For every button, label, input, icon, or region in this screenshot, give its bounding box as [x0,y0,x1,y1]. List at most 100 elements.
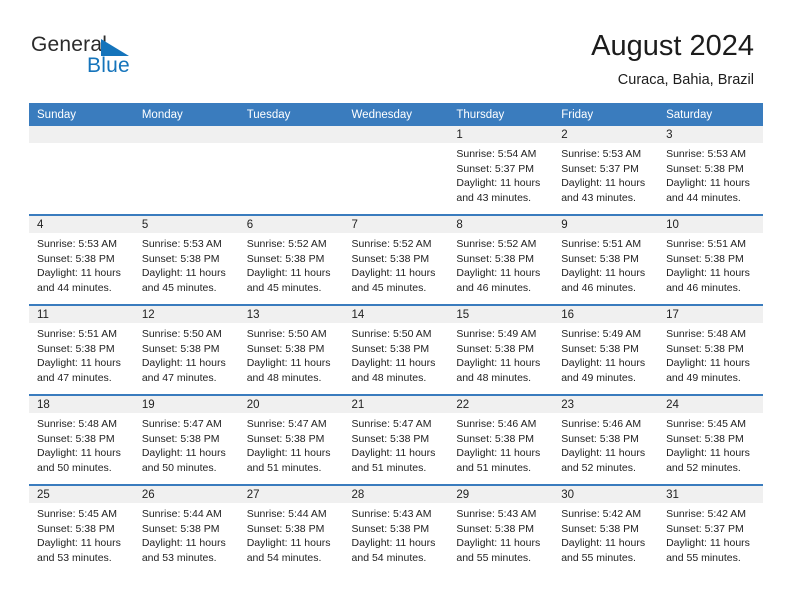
day-detail-line: Daylight: 11 hours [666,177,750,190]
calendar-day-cell[interactable]: 13 Sunrise: 5:50 AM Sunset: 5:38 PM Dayligh… [238,304,344,395]
day-number: 28 [343,486,449,503]
calendar-day-cell[interactable]: 16 Sunrise: 5:49 AM Sunset: 5:38 PM Dayligh… [553,304,659,395]
day-detail-line: Sunset: 5:38 PM [246,252,325,265]
day-detail-line: and 44 minutes. [37,281,112,294]
day-detail-line: and 45 minutes. [246,281,322,294]
day-detail-line: Sunrise: 5:44 AM [246,508,327,520]
calendar-day-cell[interactable]: 17 Sunrise: 5:48 AM Sunset: 5:38 PM Dayligh… [658,304,763,395]
calendar-day-cell[interactable]: 29 Sunrise: 5:43 AM Sunset: 5:38 PM Dayligh… [448,484,554,574]
calendar-day-cell[interactable]: 30 Sunrise: 5:42 AM Sunset: 5:38 PM Dayligh… [553,484,659,574]
day-detail-line: Daylight: 11 hours [37,357,121,370]
calendar-day-cell[interactable]: 12 Sunrise: 5:50 AM Sunset: 5:38 PM Dayligh… [133,304,239,395]
day-number: 20 [238,396,344,413]
calendar-day-cell[interactable]: 26 Sunrise: 5:44 AM Sunset: 5:38 PM Dayligh… [133,484,239,574]
day-number [29,126,134,143]
day-detail-line: Daylight: 11 hours [141,447,226,460]
calendar-day-cell[interactable]: 3 Sunrise: 5:53 AM Sunset: 5:38 PM Daylight… [658,126,763,215]
day-detail-line: Sunset: 5:38 PM [561,522,639,535]
day-detail-line: and 44 minutes. [666,191,741,204]
day-number: 11 [29,306,134,323]
day-details: Sunrise: 5:47 AM Sunset: 5:38 PM Daylight:… [134,413,239,475]
calendar-day-cell[interactable]: 5 Sunrise: 5:53 AM Sunset: 5:38 PM Daylight… [133,214,239,305]
day-detail-line: and 50 minutes. [37,461,112,474]
day-detail-line: and 46 minutes. [561,281,636,294]
title-block: August 2024 Curaca, Bahia, Brazil [591,29,754,90]
day-detail-line: Daylight: 11 hours [666,267,750,280]
calendar-day-cell[interactable]: 7 Sunrise: 5:52 AM Sunset: 5:38 PM Daylight… [343,214,449,305]
calendar-day-cell[interactable]: 4 Sunrise: 5:53 AM Sunset: 5:38 PM Daylight… [29,214,134,305]
day-detail-line: Sunrise: 5:47 AM [351,418,432,430]
day-details: Sunrise: 5:54 AM Sunset: 5:37 PM Daylight:… [448,143,553,205]
day-detail-line: Daylight: 11 hours [246,267,331,280]
day-detail-line: and 43 minutes. [456,191,532,204]
day-detail-line: Daylight: 11 hours [456,267,541,280]
day-number: 7 [343,216,449,233]
day-detail-line: and 47 minutes. [37,371,112,384]
calendar-day-cell[interactable]: 31 Sunrise: 5:42 AM Sunset: 5:37 PM Dayligh… [658,484,763,574]
calendar-day-cell[interactable]: 10 Sunrise: 5:51 AM Sunset: 5:38 PM Dayligh… [658,214,763,305]
calendar-day-cell[interactable]: 22 Sunrise: 5:46 AM Sunset: 5:38 PM Dayligh… [448,394,554,485]
month-calendar: Sunday Monday Tuesday Wednesday Thursday… [29,103,763,574]
calendar-week-row: 1 Sunrise: 5:54 AM Sunset: 5:37 PM Daylight… [29,126,763,215]
day-number: 12 [133,306,239,323]
calendar-day-cell[interactable]: 21 Sunrise: 5:47 AM Sunset: 5:38 PM Dayligh… [343,394,449,485]
calendar-day-cell[interactable]: 1 Sunrise: 5:54 AM Sunset: 5:37 PM Daylight… [448,126,554,215]
calendar-day-cell[interactable]: 11 Sunrise: 5:51 AM Sunset: 5:38 PM Dayligh… [29,304,134,395]
day-detail-line: and 43 minutes. [561,191,636,204]
day-detail-line: Sunset: 5:38 PM [456,342,535,355]
day-details: Sunrise: 5:46 AM Sunset: 5:38 PM Daylight:… [553,413,658,475]
calendar-day-cell[interactable]: 14 Sunrise: 5:50 AM Sunset: 5:38 PM Dayligh… [343,304,449,395]
calendar-day-cell[interactable]: 28 Sunrise: 5:43 AM Sunset: 5:38 PM Dayligh… [343,484,449,574]
day-detail-line: and 45 minutes. [351,281,427,294]
day-number: 25 [29,486,134,503]
day-detail-line: Daylight: 11 hours [561,177,646,190]
calendar-day-cell-empty [133,126,239,215]
calendar-day-cell[interactable]: 24 Sunrise: 5:45 AM Sunset: 5:38 PM Dayligh… [658,394,763,485]
day-detail-line: Sunset: 5:38 PM [246,522,325,535]
calendar-day-cell[interactable]: 25 Sunrise: 5:45 AM Sunset: 5:38 PM Dayligh… [29,484,134,574]
day-detail-line: Daylight: 11 hours [456,357,541,370]
day-detail-line: Daylight: 11 hours [37,537,121,550]
calendar-day-cell[interactable]: 27 Sunrise: 5:44 AM Sunset: 5:38 PM Dayligh… [238,484,344,574]
calendar-day-cell[interactable]: 20 Sunrise: 5:47 AM Sunset: 5:38 PM Dayligh… [238,394,344,485]
day-details: Sunrise: 5:53 AM Sunset: 5:38 PM Daylight:… [134,233,239,295]
day-detail-line: Sunset: 5:38 PM [37,252,115,265]
calendar-day-cell[interactable]: 8 Sunrise: 5:52 AM Sunset: 5:38 PM Daylight… [448,214,554,305]
calendar-day-cell[interactable]: 6 Sunrise: 5:52 AM Sunset: 5:38 PM Daylight… [238,214,344,305]
day-details: Sunrise: 5:50 AM Sunset: 5:38 PM Daylight:… [239,323,344,385]
calendar-day-cell[interactable]: 15 Sunrise: 5:49 AM Sunset: 5:38 PM Dayligh… [448,304,554,395]
general-blue-logo[interactable]: General Blue [31,33,231,81]
day-detail-line: Sunrise: 5:51 AM [561,238,642,250]
day-number: 14 [343,306,449,323]
day-details: Sunrise: 5:42 AM Sunset: 5:38 PM Daylight:… [553,503,658,565]
day-number [238,126,344,143]
calendar-day-cell[interactable]: 23 Sunrise: 5:46 AM Sunset: 5:38 PM Dayligh… [553,394,659,485]
day-detail-line: Sunrise: 5:51 AM [666,238,747,250]
calendar-day-cell[interactable]: 19 Sunrise: 5:47 AM Sunset: 5:38 PM Dayligh… [133,394,239,485]
day-details: Sunrise: 5:53 AM Sunset: 5:37 PM Daylight:… [553,143,658,205]
day-detail-line: Sunset: 5:38 PM [456,522,535,535]
day-details: Sunrise: 5:48 AM Sunset: 5:38 PM Daylight:… [658,323,763,385]
day-number [343,126,449,143]
day-details: Sunrise: 5:45 AM Sunset: 5:38 PM Daylight:… [658,413,763,475]
day-detail-line: Sunset: 5:38 PM [37,432,115,445]
day-detail-line: and 49 minutes. [561,371,636,384]
calendar-day-cell[interactable]: 18 Sunrise: 5:48 AM Sunset: 5:38 PM Dayligh… [29,394,134,485]
day-number: 17 [658,306,763,323]
day-details: Sunrise: 5:47 AM Sunset: 5:38 PM Daylight:… [239,413,344,475]
day-detail-line: Daylight: 11 hours [666,447,750,460]
day-detail-line: and 49 minutes. [666,371,741,384]
day-detail-line: Sunrise: 5:46 AM [456,418,537,430]
day-details: Sunrise: 5:52 AM Sunset: 5:38 PM Daylight:… [448,233,553,295]
day-detail-line: Sunset: 5:38 PM [666,162,744,175]
calendar-day-cell[interactable]: 2 Sunrise: 5:53 AM Sunset: 5:37 PM Daylight… [553,126,659,215]
day-number: 3 [658,126,763,143]
day-details [29,143,134,147]
calendar-day-cell[interactable]: 9 Sunrise: 5:51 AM Sunset: 5:38 PM Daylight… [553,214,659,305]
day-detail-line: Sunset: 5:38 PM [561,432,639,445]
day-number: 13 [238,306,344,323]
day-detail-line: Sunrise: 5:53 AM [666,148,747,160]
day-detail-line: and 46 minutes. [456,281,532,294]
day-details: Sunrise: 5:53 AM Sunset: 5:38 PM Daylight:… [29,233,134,295]
day-detail-line: Sunrise: 5:54 AM [456,148,537,160]
